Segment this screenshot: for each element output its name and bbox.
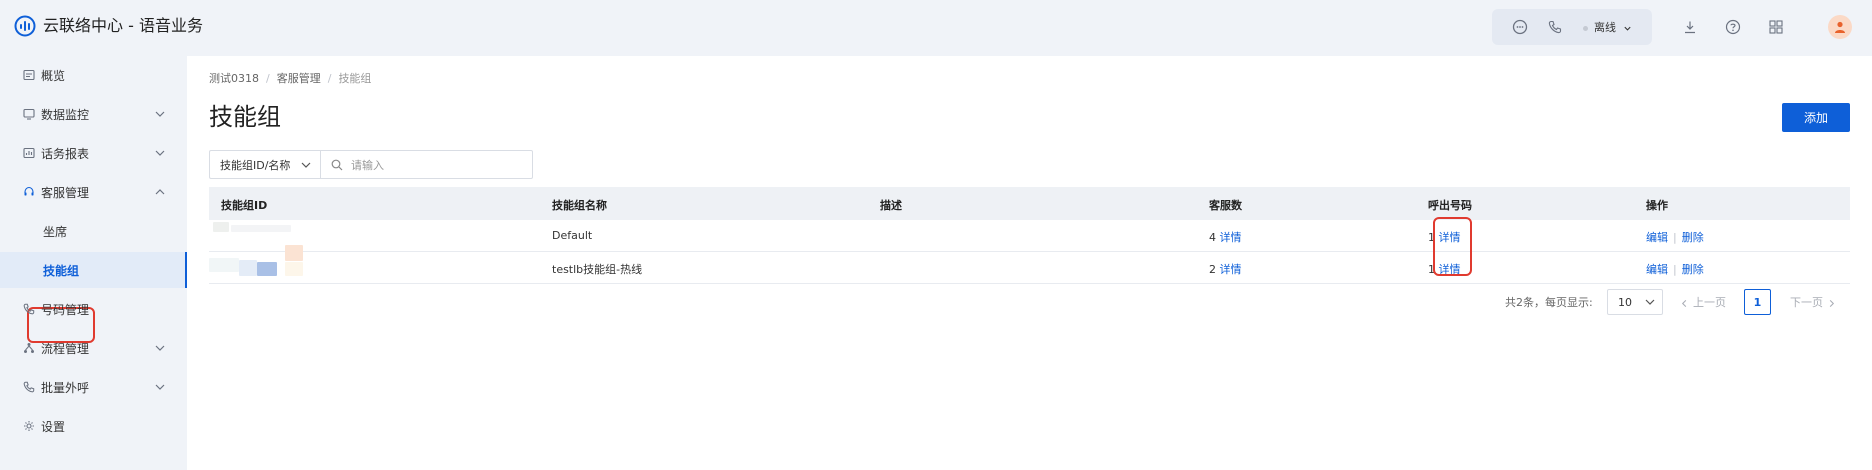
sidebar-item-overview[interactable]: 概览 <box>0 57 187 93</box>
sidebar-item-agent-management[interactable]: 客服管理 <box>0 174 187 210</box>
chevron-down-icon <box>1623 26 1631 31</box>
agent-detail-link[interactable]: 详情 <box>1220 263 1242 276</box>
redacted-id <box>209 258 239 272</box>
filter-select-value: 技能组ID/名称 <box>220 158 291 172</box>
search-input[interactable] <box>351 156 526 174</box>
column-header: 客服数 <box>1209 199 1242 212</box>
filter-type-select[interactable]: 技能组ID/名称 <box>209 150 320 179</box>
sidebar-item-traffic-report[interactable]: 话务报表 <box>0 135 187 171</box>
chevron-left-icon <box>1681 299 1687 307</box>
monitor-icon <box>22 108 35 121</box>
sidebar: 概览 数据监控 话务报表 客服管理 坐席 技能组 号码管理 流程管理 批量外呼 … <box>0 56 187 470</box>
status-dropdown[interactable]: 离线 <box>1583 19 1632 35</box>
sidebar-item-label: 概览 <box>41 68 66 83</box>
chevron-down-icon <box>155 384 165 390</box>
row-actions: 编辑 | 删除 <box>1646 263 1704 276</box>
next-page-button[interactable]: 下一页 <box>1790 294 1836 310</box>
sidebar-item-flow-management[interactable]: 流程管理 <box>0 330 187 366</box>
sidebar-item-number-management[interactable]: 号码管理 <box>0 291 187 327</box>
gear-icon <box>22 420 35 433</box>
chevron-down-icon <box>155 345 165 351</box>
sidebar-item-label: 批量外呼 <box>41 380 90 395</box>
headset-icon <box>22 186 35 199</box>
logo-icon <box>14 15 36 37</box>
edit-link[interactable]: 编辑 <box>1646 231 1668 244</box>
delete-link[interactable]: 删除 <box>1682 231 1704 244</box>
breadcrumb-item[interactable]: 测试0318 <box>209 72 259 85</box>
sidebar-item-seats[interactable]: 坐席 <box>0 213 187 249</box>
sidebar-item-label: 坐席 <box>43 224 68 239</box>
top-bar: 云联络中心 - 语音业务 离线 <box>0 0 1872 56</box>
table-row: testlb技能组-热线 2 详情 1 详情 编辑 | 删除 <box>209 245 1850 284</box>
chevron-right-icon <box>1829 299 1835 307</box>
help-icon[interactable] <box>1722 16 1744 38</box>
sidebar-item-label: 号码管理 <box>41 302 90 317</box>
avatar-icon <box>1835 21 1845 33</box>
agent-detail-link[interactable]: 详情 <box>1220 231 1242 244</box>
page-title: 技能组 <box>209 103 281 131</box>
sidebar-item-settings[interactable]: 设置 <box>0 408 187 444</box>
column-header: 呼出号码 <box>1428 199 1472 212</box>
phone-icon <box>22 303 35 316</box>
search-box <box>320 150 533 179</box>
chevron-down-icon <box>1645 299 1655 305</box>
page-size-select[interactable]: 10 <box>1607 289 1663 315</box>
status-label: 离线 <box>1594 21 1616 34</box>
outbound-icon <box>22 381 35 394</box>
highlight-box <box>1433 217 1472 276</box>
skill-group-name: testlb技能组-热线 <box>552 263 643 276</box>
breadcrumb: 测试0318/客服管理 / 技能组 <box>209 72 372 85</box>
chat-icon[interactable] <box>1509 16 1531 38</box>
column-header: 技能组ID <box>221 199 268 212</box>
report-icon <box>22 147 35 160</box>
edit-link[interactable]: 编辑 <box>1646 263 1668 276</box>
column-header: 技能组名称 <box>552 199 607 212</box>
sidebar-item-skill-groups[interactable]: 技能组 <box>0 252 187 288</box>
app-title: 云联络中心 - 语音业务 <box>43 16 203 35</box>
row-actions: 编辑 | 删除 <box>1646 231 1704 244</box>
chevron-down-icon <box>301 162 311 168</box>
avatar[interactable] <box>1828 15 1852 39</box>
sidebar-item-data-monitor[interactable]: 数据监控 <box>0 96 187 132</box>
skill-group-name: Default <box>552 229 593 242</box>
agent-count: 4 详情 <box>1209 231 1242 244</box>
pagination-total: 共2条，每页显示: <box>1505 296 1593 309</box>
sidebar-item-label: 数据监控 <box>41 107 90 122</box>
sidebar-item-label: 话务报表 <box>41 146 90 161</box>
table-row: Default 4 详情 1 详情 编辑 | 删除 <box>209 220 1850 252</box>
status-dot <box>1583 25 1588 31</box>
column-header: 描述 <box>880 199 902 212</box>
phone-icon[interactable] <box>1544 16 1566 38</box>
column-header: 操作 <box>1646 199 1668 212</box>
add-button[interactable]: 添加 <box>1782 103 1850 132</box>
delete-link[interactable]: 删除 <box>1682 263 1704 276</box>
breadcrumb-item-current: 技能组 <box>338 72 372 85</box>
sidebar-item-label: 客服管理 <box>41 185 90 200</box>
sidebar-item-label: 技能组 <box>43 263 80 278</box>
sidebar-item-label: 流程管理 <box>41 341 90 356</box>
redacted-id <box>213 222 229 232</box>
overview-icon <box>22 69 35 82</box>
page-size-value: 10 <box>1618 295 1632 309</box>
flow-icon <box>22 342 35 355</box>
apps-grid-icon[interactable] <box>1765 16 1787 38</box>
chevron-down-icon <box>155 150 165 156</box>
breadcrumb-item[interactable]: 客服管理 <box>277 72 321 85</box>
chevron-down-icon <box>155 111 165 117</box>
current-page-button[interactable]: 1 <box>1744 289 1771 315</box>
agent-count: 2 详情 <box>1209 263 1242 276</box>
prev-page-button[interactable]: 上一页 <box>1680 294 1726 310</box>
main-content: 测试0318/客服管理/技能组 技能组 添加 技能组ID/名称 技能组ID 技能… <box>187 56 1872 470</box>
table-header: 技能组ID 技能组名称 描述 客服数 呼出号码 操作 <box>209 187 1850 220</box>
sidebar-item-batch-outbound[interactable]: 批量外呼 <box>0 369 187 405</box>
sidebar-item-label: 设置 <box>41 419 66 434</box>
chevron-up-icon <box>155 189 165 195</box>
search-icon <box>331 159 343 171</box>
download-icon[interactable] <box>1679 16 1701 38</box>
